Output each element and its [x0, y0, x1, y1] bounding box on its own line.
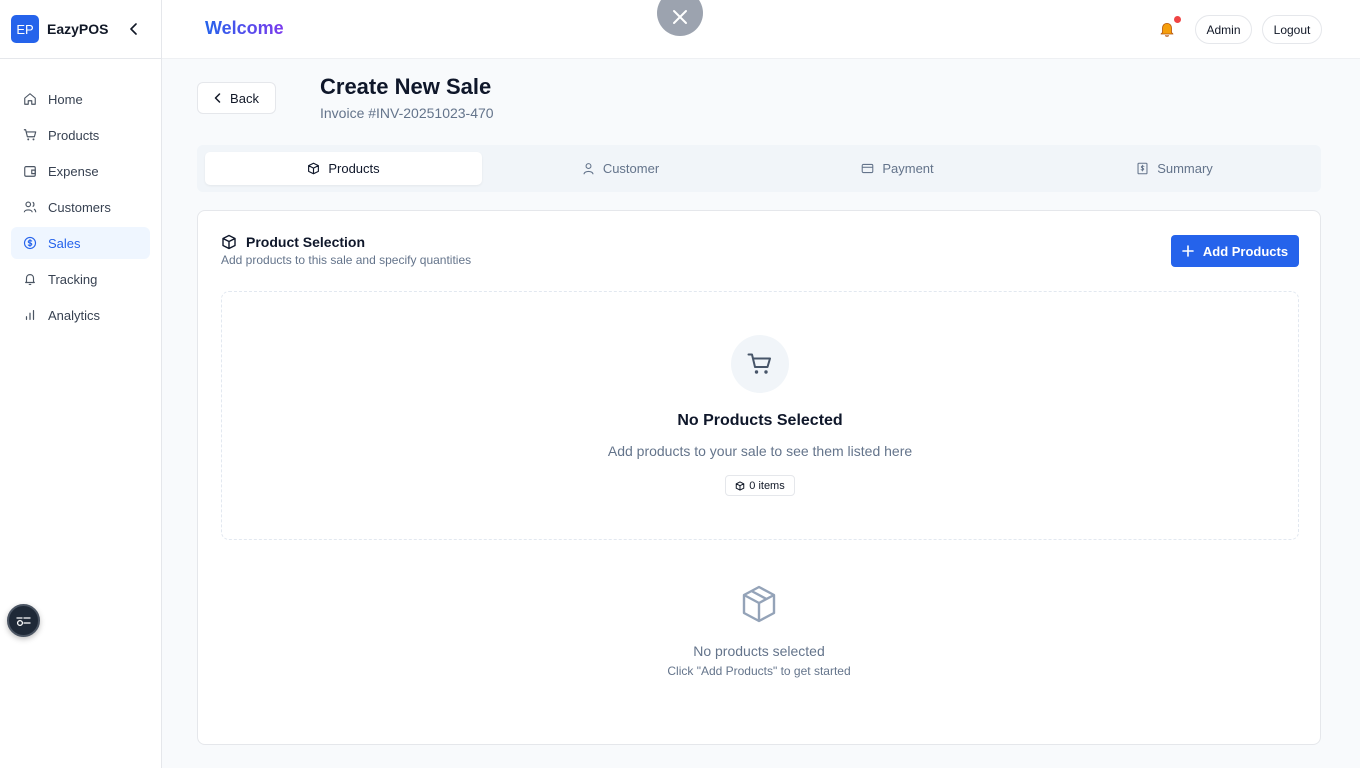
items-count-badge: 0 items — [725, 475, 795, 496]
sidebar-item-label: Tracking — [48, 271, 98, 287]
package-icon — [742, 585, 776, 623]
cart-icon — [747, 353, 771, 374]
brand-header: EP EazyPOS — [0, 0, 161, 59]
toggle-list-icon — [15, 616, 31, 626]
back-button[interactable]: Back — [197, 82, 276, 114]
sidebar-item-tracking[interactable]: Tracking — [11, 263, 150, 295]
tab-customer[interactable]: Customer — [482, 152, 759, 185]
sidebar: EP EazyPOS Home Products Expense Custome… — [0, 0, 162, 768]
empty-products-dropzone: No Products Selected Add products to you… — [221, 291, 1299, 540]
tab-label: Summary — [1157, 161, 1213, 176]
receipt-icon — [1137, 162, 1148, 175]
add-products-button[interactable]: Add Products — [1171, 235, 1299, 267]
admin-button[interactable]: Admin — [1195, 15, 1252, 44]
notification-dot — [1174, 16, 1181, 23]
sidebar-nav: Home Products Expense Customers Sales Tr… — [0, 59, 161, 331]
tab-label: Payment — [882, 161, 934, 176]
box-icon — [736, 480, 745, 491]
plus-icon — [1182, 245, 1194, 257]
sale-step-tabs: Products Customer Payment Summary — [197, 145, 1321, 192]
no-products-hint: Click "Add Products" to get started — [667, 664, 851, 678]
user-icon — [583, 163, 594, 175]
sidebar-item-analytics[interactable]: Analytics — [11, 299, 150, 331]
sidebar-item-label: Expense — [48, 163, 99, 179]
no-products-title: No products selected — [693, 643, 825, 659]
empty-state-title: No Products Selected — [677, 412, 843, 429]
sidebar-item-label: Products — [48, 127, 100, 143]
notification-bell-icon[interactable] — [1158, 20, 1176, 38]
sidebar-item-label: Customers — [48, 199, 111, 215]
sidebar-item-label: Sales — [48, 235, 81, 251]
brand-name: EazyPOS — [47, 21, 109, 37]
tab-summary[interactable]: Summary — [1036, 152, 1313, 185]
tab-payment[interactable]: Payment — [759, 152, 1036, 185]
brand-logo[interactable]: EP — [11, 15, 39, 43]
card-title: Product Selection — [221, 234, 365, 250]
floating-action-button[interactable] — [7, 604, 40, 637]
welcome-title: Welcome — [205, 18, 284, 38]
chevron-left-icon — [214, 93, 221, 103]
wallet-icon — [24, 166, 36, 177]
users-icon — [23, 201, 37, 213]
sidebar-item-expense[interactable]: Expense — [11, 155, 150, 187]
items-count-label: 0 items — [749, 479, 785, 492]
chevron-left-icon — [130, 23, 137, 35]
add-products-label: Add Products — [1202, 243, 1289, 259]
tab-label: Products — [328, 161, 380, 176]
sidebar-item-sales[interactable]: Sales — [11, 227, 150, 259]
card-subtitle: Add products to this sale and specify qu… — [221, 253, 472, 267]
dollar-circle-icon — [23, 236, 37, 250]
page-title: Create New Sale — [320, 74, 492, 99]
box-icon — [222, 234, 236, 250]
cart-icon — [23, 129, 37, 141]
sidebar-item-customers[interactable]: Customers — [11, 191, 150, 223]
credit-card-icon — [862, 163, 874, 174]
empty-state-description: Add products to your sale to see them li… — [607, 443, 913, 459]
card-title-text: Product Selection — [246, 234, 366, 250]
product-selection-card: Product Selection Add products to this s… — [197, 210, 1321, 745]
sidebar-collapse-button[interactable] — [127, 22, 141, 36]
invoice-number: Invoice #INV-20251023-470 — [320, 105, 494, 121]
tab-products[interactable]: Products — [205, 152, 482, 185]
sidebar-item-label: Home — [48, 91, 83, 107]
logout-button[interactable]: Logout — [1262, 15, 1322, 44]
top-bar: Welcome Admin Logout — [162, 0, 1360, 59]
sidebar-item-label: Analytics — [48, 307, 101, 323]
home-icon — [24, 93, 36, 105]
empty-cart-badge — [731, 335, 789, 393]
bell-icon — [25, 274, 35, 286]
tab-label: Customer — [602, 161, 660, 176]
bar-chart-icon — [25, 310, 35, 320]
close-icon — [673, 10, 687, 24]
sidebar-item-home[interactable]: Home — [11, 83, 150, 115]
sidebar-item-products[interactable]: Products — [11, 119, 150, 151]
back-label: Back — [230, 90, 259, 106]
box-icon — [308, 162, 320, 175]
